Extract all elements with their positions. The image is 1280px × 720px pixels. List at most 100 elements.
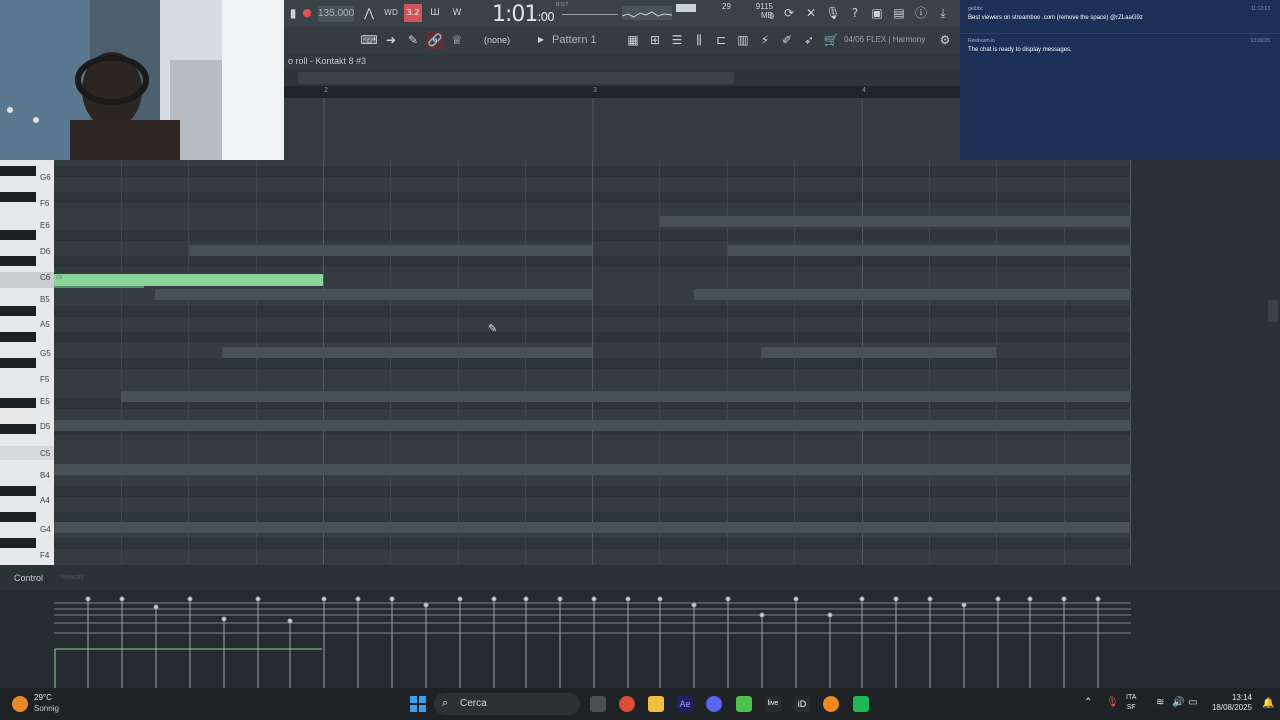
keyboard-icon[interactable]: ⌨ [360, 31, 378, 49]
black-key[interactable] [0, 256, 36, 266]
channel-rack-icon[interactable]: ⊞ [646, 31, 664, 49]
wifi-icon[interactable]: ≋ [1156, 697, 1164, 708]
battery-icon[interactable]: ▭ [1188, 697, 1197, 708]
black-key[interactable] [0, 166, 36, 176]
breadcrumb[interactable]: o roll - Kontakt 8 #3 [288, 56, 366, 66]
clipboard-icon[interactable]: ▥ [734, 31, 752, 49]
black-key[interactable] [0, 332, 36, 342]
plugin-icon[interactable]: ⚡ [756, 31, 774, 49]
key-label: F6 [40, 199, 50, 208]
piano-roll-grid[interactable]: C6 ✎ [54, 160, 1131, 565]
weather-temperature[interactable]: 29°C [34, 693, 52, 702]
volume-icon[interactable]: 🔊 [1172, 697, 1184, 708]
black-key[interactable] [0, 306, 36, 316]
black-key[interactable] [0, 398, 36, 408]
ghost-note [761, 347, 996, 358]
horizontal-scrollbar[interactable] [298, 72, 734, 84]
song-position-display[interactable]: 1:01:00 [492, 2, 555, 27]
record-button[interactable]: ● [298, 4, 316, 22]
camtasia-icon[interactable] [736, 696, 752, 712]
main-toolbar: ▮ ● 135.000 ⋀ WD 3.2 Ш W 1:01:00 B:S:T 2… [284, 0, 960, 54]
wait-input-icon[interactable]: WD [382, 4, 400, 22]
metronome-icon[interactable]: ⋀ [360, 4, 378, 22]
mixer-sliders-icon[interactable]: ⫼ [690, 31, 708, 49]
key-label: G6 [40, 173, 51, 182]
windows-start-icon[interactable] [410, 696, 426, 712]
arrow-icon[interactable]: ➜ [382, 31, 400, 49]
after-effects-icon[interactable]: Ae [677, 696, 693, 712]
weather-icon[interactable] [12, 696, 28, 712]
link-icon[interactable]: 🔗 [426, 31, 444, 49]
waveform-graph [621, 11, 673, 18]
weather-condition[interactable]: Sonnig [34, 704, 59, 713]
vertical-scrollbar[interactable] [1268, 300, 1278, 322]
black-key[interactable] [0, 358, 36, 368]
key-label: C5 [40, 449, 51, 458]
master-volume-slider[interactable] [562, 14, 618, 15]
ghost-note [121, 391, 1131, 402]
black-key[interactable] [0, 538, 36, 548]
snap-select[interactable]: (none) [484, 31, 510, 49]
chat-username: getbbc [968, 6, 984, 12]
ableton-live-icon[interactable]: live [765, 696, 781, 712]
chat-message: getbbc 11:12:13 Best viewers on streambo… [968, 6, 1272, 21]
tray-expand-icon[interactable]: ⌃ [1084, 697, 1092, 708]
pencil-icon[interactable]: ✎ [404, 31, 422, 49]
system-clock[interactable]: 13:14 18/08/2025 [1206, 693, 1252, 713]
bar-line [323, 160, 324, 565]
velocity-lane[interactable] [0, 591, 1280, 688]
loop-record-icon[interactable]: W [448, 4, 466, 22]
blend-notes-icon[interactable]: Ш [426, 4, 444, 22]
save-icon[interactable]: ▣ [868, 4, 886, 22]
ghost-note [54, 522, 1131, 533]
download-icon[interactable]: ⤓ [934, 4, 952, 22]
black-key[interactable] [0, 486, 36, 496]
id-app-icon[interactable]: iD [794, 696, 810, 712]
black-key[interactable] [0, 512, 36, 522]
play-pattern-icon[interactable]: ▶ [532, 31, 550, 49]
file-explorer-icon[interactable] [648, 696, 664, 712]
reload-icon[interactable]: ⟳ [780, 4, 798, 22]
tempo-display[interactable]: 135.000 [318, 6, 354, 22]
notification-icon[interactable]: 🔔 [1262, 698, 1274, 709]
brush-icon[interactable]: ✐ [778, 31, 796, 49]
mixer-icon[interactable]: ▤ [890, 4, 908, 22]
taskbar-search[interactable]: ⌕ Cerca [434, 693, 580, 715]
ghost-note [155, 289, 592, 300]
piano-keyboard[interactable]: G6 F6 E6 D6 C6 B5 A5 G5 F5 E5 D5 C5 B4 A… [0, 160, 54, 565]
playlist-icon[interactable]: ☰ [668, 31, 686, 49]
fl-studio-icon[interactable] [823, 696, 839, 712]
countdown-button[interactable]: 3.2 [404, 4, 422, 22]
polyphony-value: 0 [769, 12, 774, 21]
control-label[interactable]: Control [14, 573, 43, 583]
streaming-app-icon[interactable] [853, 696, 869, 712]
black-key[interactable] [0, 424, 36, 434]
browser-icon[interactable]: ⊏ [712, 31, 730, 49]
black-key[interactable] [0, 192, 36, 202]
time-format-label: B:S:T [556, 2, 569, 8]
black-key[interactable] [0, 230, 36, 240]
grid-upper-lines [323, 98, 863, 160]
chat-text: The chat is ready to display messages. [968, 47, 1072, 53]
settings-icon[interactable]: ⚙ [936, 31, 954, 49]
chrome-icon[interactable] [619, 696, 635, 712]
stamp-icon[interactable]: ♕ [448, 31, 466, 49]
mic-tray-icon[interactable]: 🎙 [1106, 697, 1119, 708]
piano-roll-icon[interactable]: ▦ [624, 31, 642, 49]
key-label: B5 [40, 295, 50, 304]
cart-icon[interactable]: 🛒 [822, 31, 840, 49]
windows-logo-svg [410, 696, 426, 712]
discord-icon[interactable] [706, 696, 722, 712]
timeline-ruler[interactable]: 2 3 4 [284, 86, 960, 98]
microphone-icon[interactable]: 🎙 [824, 4, 842, 22]
task-view-icon[interactable] [590, 696, 606, 712]
info-icon[interactable]: ⓘ [912, 4, 930, 22]
close-icon[interactable]: ✕ [802, 4, 820, 22]
note-c6[interactable]: C6 [54, 274, 323, 286]
eagle-icon[interactable]: ➶ [800, 31, 818, 49]
language-indicator[interactable]: ITA SF [1126, 693, 1136, 713]
ruler-mark: 3 [593, 87, 597, 94]
key-label: A4 [40, 496, 50, 505]
pattern-select[interactable]: Pattern 1 [552, 31, 602, 49]
help-icon[interactable]: ? [846, 4, 864, 22]
